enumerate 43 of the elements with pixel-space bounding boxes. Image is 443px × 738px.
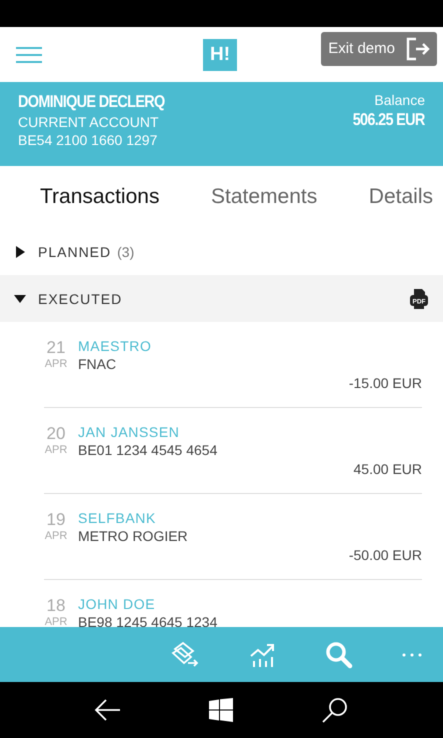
transaction-row[interactable]: 19 APR SELFBANK METRO ROGIER -50.00 EUR bbox=[44, 494, 422, 580]
transaction-detail: FNAC bbox=[78, 356, 118, 372]
windows-icon[interactable] bbox=[209, 698, 234, 722]
balance-amount: 506.25 EUR bbox=[353, 110, 425, 130]
transaction-name: SELFBANK bbox=[78, 510, 157, 526]
exit-icon bbox=[405, 36, 431, 60]
more-icon[interactable] bbox=[401, 652, 423, 658]
transaction-day: 19 bbox=[46, 510, 66, 530]
section-count: (3) bbox=[117, 244, 134, 260]
transaction-row[interactable]: 20 APR JAN JANSSEN BE01 1234 4545 4654 45.00 EUR bbox=[44, 408, 422, 494]
search-icon[interactable] bbox=[321, 696, 350, 724]
transaction-detail: BE01 1234 4545 4654 bbox=[78, 442, 218, 458]
menu-icon[interactable] bbox=[16, 46, 42, 62]
transaction-amount: -50.00 EUR bbox=[348, 547, 422, 563]
account-number: BE54 2100 1660 1297 bbox=[18, 132, 158, 148]
section-title: PLANNED bbox=[38, 244, 112, 260]
transaction-day: 21 bbox=[46, 338, 66, 358]
transaction-name: MAESTRO bbox=[78, 338, 152, 354]
app-logo: H! bbox=[203, 39, 237, 71]
cards-icon[interactable] bbox=[171, 640, 201, 668]
exit-demo-button[interactable]: Exit demo bbox=[321, 32, 437, 66]
account-type: CURRENT ACCOUNT bbox=[18, 114, 160, 130]
transaction-day: 18 bbox=[46, 596, 66, 616]
tab[interactable]: Details bbox=[368, 185, 433, 209]
transaction-day: 20 bbox=[46, 424, 66, 444]
transaction-month: APR bbox=[44, 616, 68, 627]
transaction-detail: BE98 1245 4645 1234 bbox=[78, 614, 218, 627]
account-holder: DOMINIQUE DECLERQ bbox=[18, 92, 165, 112]
transaction-month: APR bbox=[44, 358, 68, 370]
chart-icon[interactable] bbox=[249, 642, 277, 668]
transaction-amount: 45.00 EUR bbox=[354, 461, 422, 477]
transaction-name: JAN JANSSEN bbox=[78, 424, 181, 440]
transaction-name: JOHN DOE bbox=[78, 596, 156, 612]
tab[interactable]: Transactions bbox=[40, 185, 160, 209]
transaction-month: APR bbox=[44, 444, 68, 456]
transaction-month: APR bbox=[44, 530, 68, 542]
transaction-detail: METRO ROGIER bbox=[78, 528, 189, 544]
transaction-amount: -15.00 EUR bbox=[348, 375, 422, 391]
back-icon[interactable] bbox=[94, 698, 122, 722]
transaction-row[interactable]: 21 APR MAESTRO FNAC -15.00 EUR bbox=[44, 322, 422, 408]
tab[interactable]: Statements bbox=[211, 185, 318, 209]
balance-label: Balance bbox=[374, 92, 425, 108]
section-title: EXECUTED bbox=[38, 290, 122, 306]
